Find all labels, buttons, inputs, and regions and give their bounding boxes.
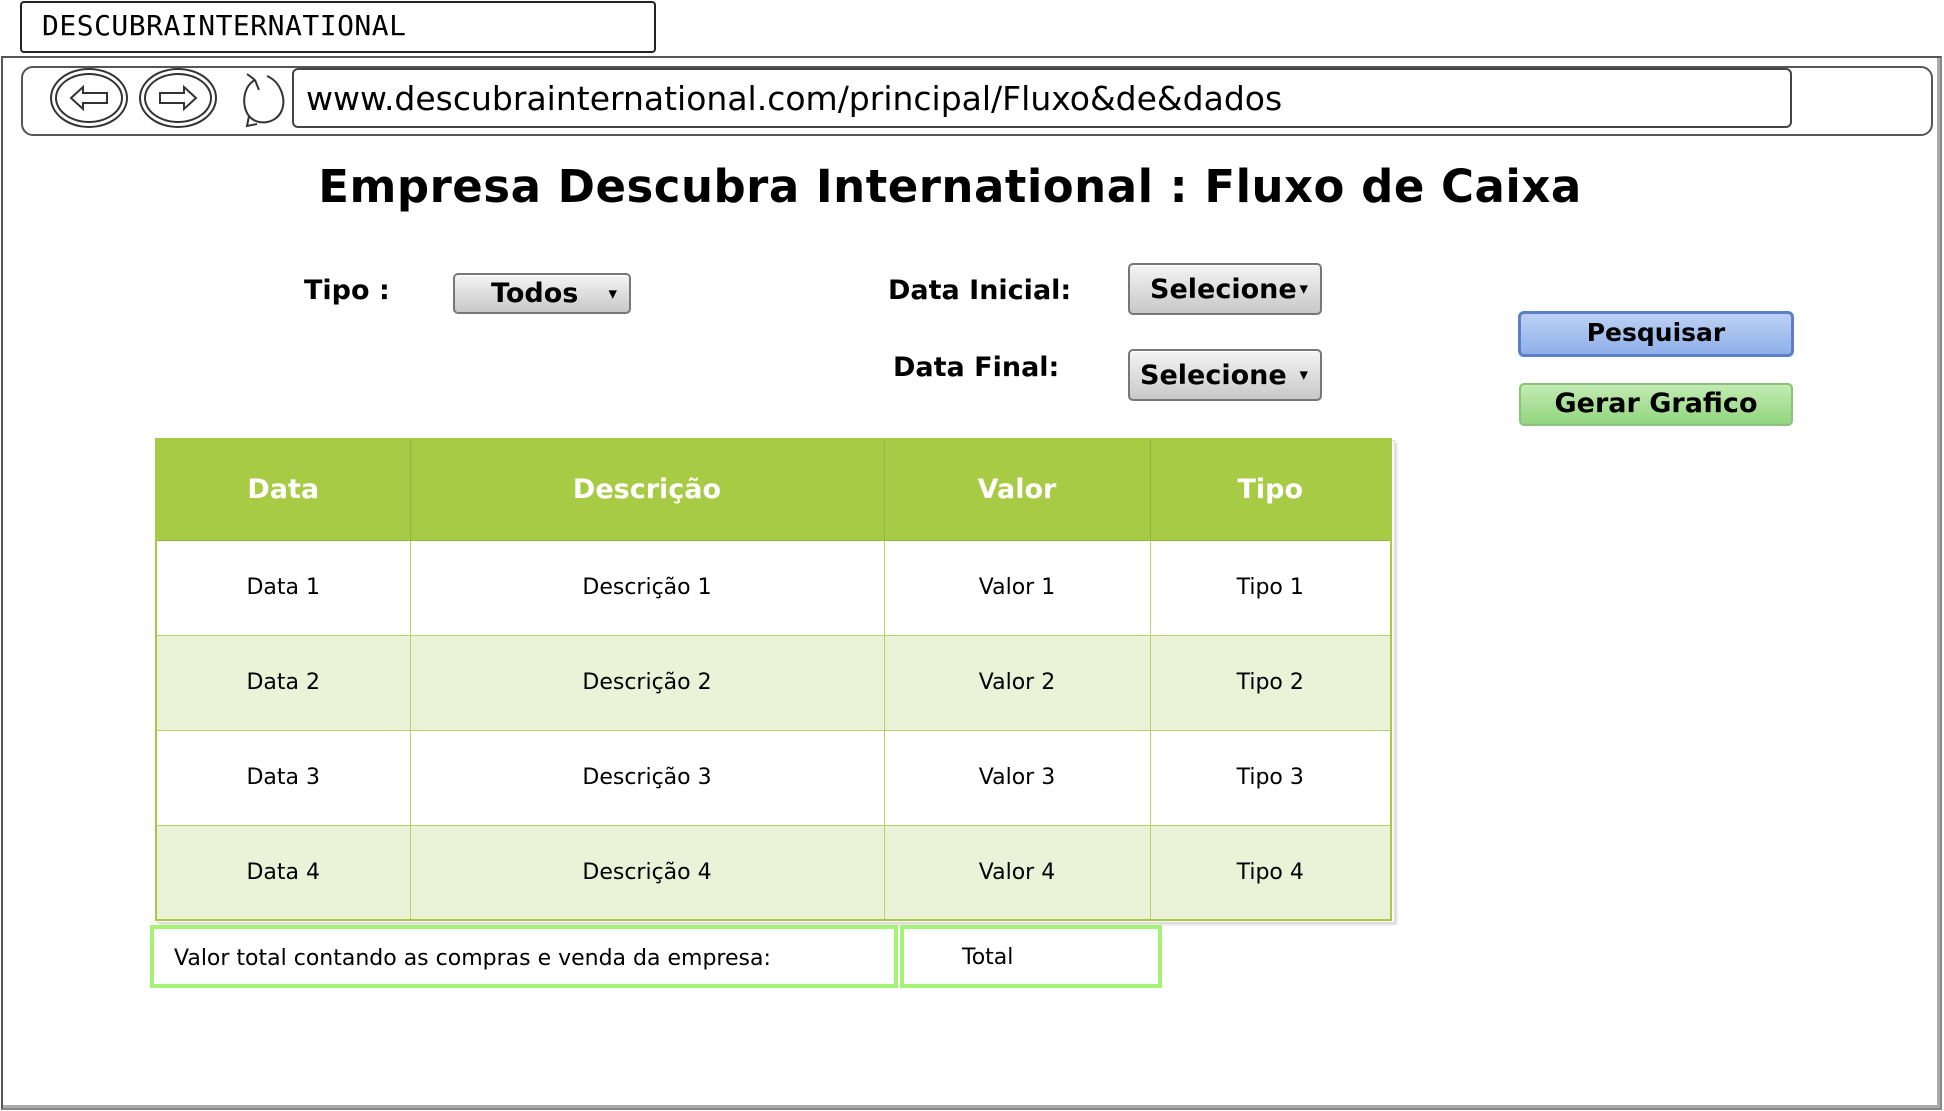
cell-valor: Valor 2 [883, 634, 1151, 731]
chevron-down-icon: ▼ [1299, 282, 1308, 296]
forward-button[interactable] [139, 68, 217, 128]
cell-descricao: Descrição 1 [409, 539, 885, 636]
data-inicial-select-value: Selecione [1150, 273, 1297, 305]
data-final-select[interactable]: Selecione ▼ [1128, 349, 1322, 401]
cell-valor: Valor 4 [883, 824, 1151, 921]
cell-tipo: Tipo 1 [1149, 539, 1392, 636]
table-row[interactable]: Data 4 Descrição 4 Valor 4 Tipo 4 [155, 824, 1392, 921]
data-final-label: Data Final: [893, 352, 1060, 383]
cell-descricao: Descrição 3 [409, 729, 885, 826]
cell-valor: Valor 3 [883, 729, 1151, 826]
data-inicial-select[interactable]: Selecione ▼ [1128, 263, 1322, 315]
page-title: Empresa Descubra International : Fluxo d… [318, 160, 1582, 213]
cell-data: Data 1 [155, 539, 411, 636]
header-descricao[interactable]: Descrição [409, 438, 885, 541]
arrow-right-icon [159, 85, 198, 111]
cell-descricao: Descrição 4 [409, 824, 885, 921]
header-tipo[interactable]: Tipo [1149, 438, 1392, 541]
total-label: Valor total contando as compras e venda … [150, 925, 898, 988]
back-button[interactable] [50, 68, 128, 128]
cell-valor: Valor 1 [883, 539, 1151, 636]
data-final-select-value: Selecione [1140, 359, 1287, 391]
table-header-row: Data Descrição Valor Tipo [155, 438, 1392, 541]
data-inicial-label: Data Inicial: [888, 275, 1072, 306]
address-bar[interactable]: www.descubrainternational.com/principal/… [292, 68, 1792, 128]
cell-data: Data 2 [155, 634, 411, 731]
search-button[interactable]: Pesquisar [1518, 311, 1794, 357]
browser-tab[interactable]: DESCUBRAINTERNATIONAL [20, 1, 656, 53]
chevron-down-icon: ▼ [1299, 368, 1308, 382]
cell-tipo: Tipo 2 [1149, 634, 1392, 731]
generate-chart-button[interactable]: Gerar Grafico [1519, 383, 1793, 426]
cell-tipo: Tipo 3 [1149, 729, 1392, 826]
header-data[interactable]: Data [155, 438, 411, 541]
reload-icon [243, 73, 285, 128]
cell-data: Data 4 [155, 824, 411, 921]
cell-descricao: Descrição 2 [409, 634, 885, 731]
tipo-select[interactable]: Todos ▼ [453, 273, 631, 314]
table-row[interactable]: Data 1 Descrição 1 Valor 1 Tipo 1 [155, 539, 1392, 636]
cell-data: Data 3 [155, 729, 411, 826]
tipo-label: Tipo : [304, 275, 390, 306]
cell-tipo: Tipo 4 [1149, 824, 1392, 921]
cash-flow-table: Data Descrição Valor Tipo Data 1 Descriç… [155, 438, 1392, 921]
reload-button[interactable] [237, 70, 287, 128]
tipo-select-value: Todos [491, 278, 579, 309]
header-valor[interactable]: Valor [883, 438, 1151, 541]
arrow-left-icon [69, 85, 108, 111]
table-row[interactable]: Data 3 Descrição 3 Valor 3 Tipo 3 [155, 729, 1392, 826]
total-value: Total [900, 925, 1162, 988]
table-row[interactable]: Data 2 Descrição 2 Valor 2 Tipo 2 [155, 634, 1392, 731]
chevron-down-icon: ▼ [608, 287, 617, 300]
